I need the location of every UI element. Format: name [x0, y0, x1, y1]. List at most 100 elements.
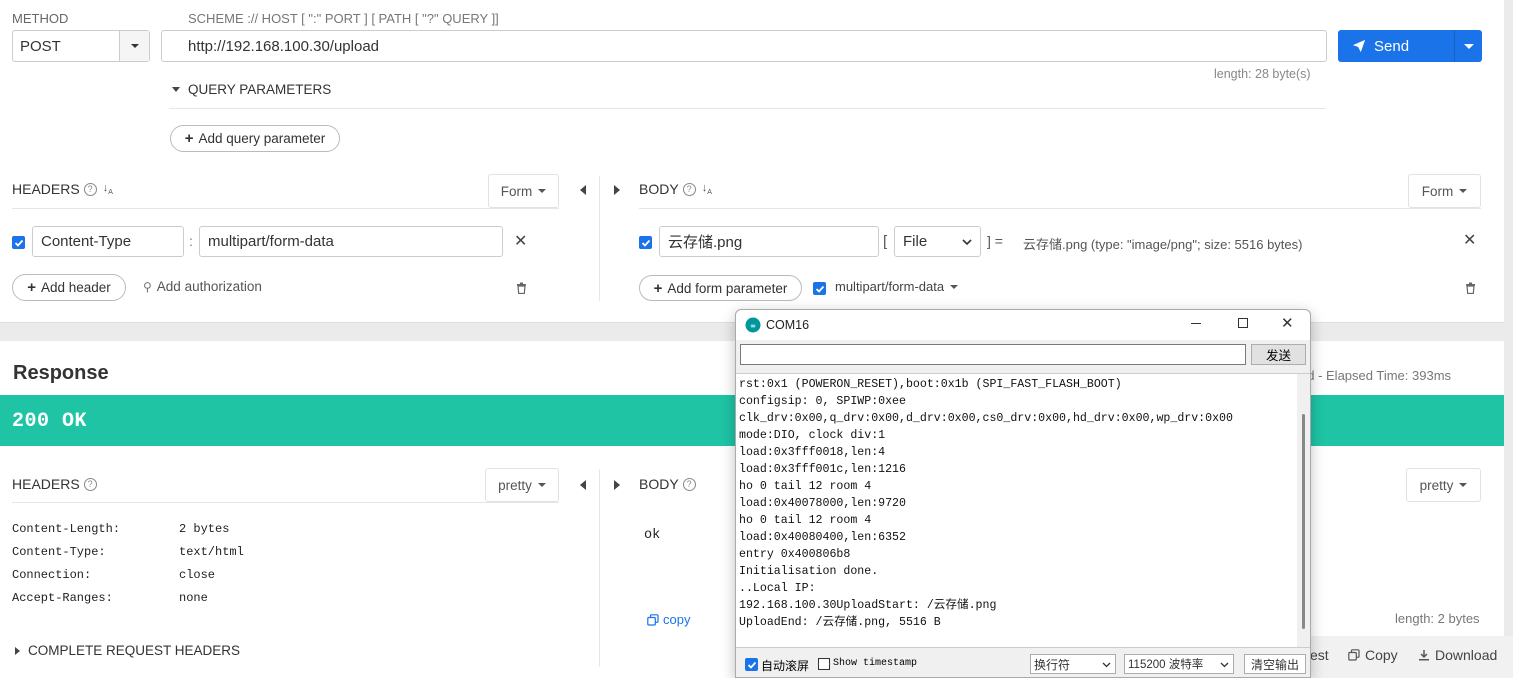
serial-send-input[interactable] [740, 344, 1246, 365]
header-name-input[interactable]: Content-Type [32, 226, 184, 257]
copy-body-link[interactable]: copy [647, 612, 690, 627]
line-ending-value: 换行符 [1034, 657, 1071, 672]
request-headers-title: HEADERS ? ↓A [12, 181, 113, 197]
maximize-icon[interactable] [1238, 318, 1248, 328]
chevron-down-icon [1102, 662, 1111, 668]
clear-output-label: 清空输出 [1250, 657, 1299, 672]
form-param-name-input[interactable]: 云存储.png [659, 226, 879, 257]
send-options-toggle[interactable] [1454, 30, 1482, 62]
pane-divider [599, 469, 600, 667]
bottom-copy-button[interactable]: Copy [1348, 647, 1398, 663]
response-body-mode-dropdown[interactable]: pretty [1406, 468, 1481, 502]
timestamp-checkbox[interactable] [818, 658, 830, 670]
method-dropdown-toggle[interactable] [119, 31, 149, 61]
line-ending-select[interactable]: 换行符 [1030, 654, 1116, 674]
serial-line: Initialisation done. [739, 565, 879, 578]
url-value: http://192.168.100.30/upload [188, 37, 380, 55]
multipart-checkbox[interactable] [813, 282, 826, 295]
help-icon[interactable]: ? [83, 477, 97, 491]
response-title: Response [13, 362, 109, 384]
bottom-download-button[interactable]: Download [1418, 647, 1497, 663]
serial-line: rst:0x1 (POWERON_RESET),boot:0x1b (SPI_F… [739, 378, 1122, 391]
send-button[interactable]: Send [1338, 30, 1454, 62]
remove-form-param-icon[interactable]: ✕ [1463, 230, 1476, 250]
response-headers-mode-dropdown[interactable]: pretty [485, 468, 559, 502]
request-card: METHOD POST SCHEME :// HOST [ ":" PORT ]… [0, 0, 1504, 323]
serial-line: entry 0x400806b8 [739, 548, 851, 561]
help-icon[interactable]: ? [682, 477, 696, 491]
serial-output-lines: rst:0x1 (POWERON_RESET),boot:0x1b (SPI_F… [739, 376, 1233, 631]
help-icon[interactable]: ? [682, 182, 696, 196]
response-headers-divider [12, 502, 559, 503]
serial-output: rst:0x1 (POWERON_RESET),boot:0x1b (SPI_F… [736, 373, 1310, 648]
trash-icon[interactable] [1465, 281, 1476, 297]
serial-scrollbar[interactable] [1297, 374, 1310, 647]
collapse-left-icon[interactable] [580, 480, 586, 490]
copy-icon [1348, 649, 1360, 661]
header-name-value: Content-Type [41, 233, 132, 250]
body-mode-dropdown[interactable]: Form [1408, 174, 1481, 208]
baud-rate-select[interactable]: 115200 波特率 [1124, 654, 1234, 674]
add-header-button[interactable]: + Add header [12, 274, 126, 301]
add-form-parameter-button[interactable]: + Add form parameter [639, 275, 802, 301]
header-separator: : [189, 233, 193, 249]
form-param-type-select[interactable]: File [894, 226, 981, 257]
elapsed-time: ed - Elapsed Time: 393ms [1300, 368, 1452, 383]
form-bracket-close: ] = [987, 233, 1003, 249]
copy-icon [647, 613, 659, 626]
multipart-dropdown[interactable]: multipart/form-data [835, 279, 959, 294]
sort-icon[interactable]: ↓A [702, 182, 712, 196]
add-authorization-link[interactable]: ⚲ Add authorization [143, 279, 262, 294]
minimize-icon[interactable] [1191, 323, 1201, 324]
serial-send-button[interactable]: 发送 [1251, 344, 1306, 365]
collapse-right-icon[interactable] [614, 185, 620, 195]
header-value-input[interactable]: multipart/form-data [199, 226, 503, 257]
url-input[interactable]: http://192.168.100.30/upload [161, 30, 1327, 62]
clear-output-button[interactable]: 清空输出 [1244, 654, 1306, 674]
body-divider [639, 208, 1481, 209]
remove-header-icon[interactable]: ✕ [514, 231, 527, 251]
add-query-parameter-button[interactable]: + Add query parameter [170, 125, 340, 152]
serial-line: mode:DIO, clock div:1 [739, 429, 886, 442]
response-body-label: BODY [639, 476, 679, 492]
method-value: POST [20, 38, 61, 55]
header-enabled-checkbox[interactable] [12, 236, 25, 249]
serial-line: UploadEnd: /云存储.png, 5516 B [739, 616, 941, 629]
chevron-down-icon [1463, 43, 1474, 49]
serial-send-label: 发送 [1265, 349, 1291, 363]
plus-icon: + [27, 279, 36, 296]
response-headers-list: Content-Length: 2 bytes Content-Type: text… [12, 522, 244, 614]
collapse-left-icon[interactable] [580, 185, 586, 195]
serial-line: ho 0 tail 12 room 4 [739, 514, 872, 527]
chevron-down-icon [1459, 189, 1468, 193]
collapse-right-icon[interactable] [614, 480, 620, 490]
query-params-toggle[interactable]: QUERY PARAMETERS [172, 82, 331, 97]
serial-line: load:0x40080400,len:6352 [739, 531, 906, 544]
headers-mode-dropdown[interactable]: Form [488, 174, 559, 208]
autoscroll-checkbox[interactable] [745, 658, 758, 671]
close-icon[interactable]: ✕ [1281, 314, 1294, 332]
key-icon: ⚲ [143, 279, 152, 294]
send-label: Send [1374, 37, 1410, 55]
svg-text:∞: ∞ [750, 322, 756, 330]
method-select[interactable]: POST [12, 30, 150, 62]
form-param-enabled-checkbox[interactable] [639, 236, 652, 249]
trash-icon[interactable] [516, 281, 527, 297]
form-bracket-open: [ [883, 233, 888, 250]
table-row: Content-Length: 2 bytes [12, 522, 244, 545]
response-header-value: none [179, 591, 208, 605]
serial-line: load:0x40078000,len:9720 [739, 497, 906, 510]
sort-icon[interactable]: ↓A [103, 182, 113, 196]
serial-scrollbar-thumb[interactable] [1302, 414, 1305, 629]
complete-request-headers-toggle[interactable]: COMPLETE REQUEST HEADERS [15, 643, 240, 658]
response-length: length: 2 bytes [1395, 611, 1480, 626]
help-icon[interactable]: ? [83, 182, 97, 196]
complete-request-headers-label: COMPLETE REQUEST HEADERS [28, 643, 241, 658]
add-form-parameter-label: Add form parameter [667, 280, 788, 296]
plus-icon: + [184, 130, 194, 147]
bottom-partial-text[interactable]: est [1310, 647, 1329, 663]
serial-title-bar[interactable]: ∞ COM16 ✕ [736, 310, 1310, 340]
chevron-down-icon [130, 44, 139, 48]
response-headers-title: HEADERS ? [12, 476, 97, 492]
arduino-logo-icon: ∞ [745, 317, 761, 333]
